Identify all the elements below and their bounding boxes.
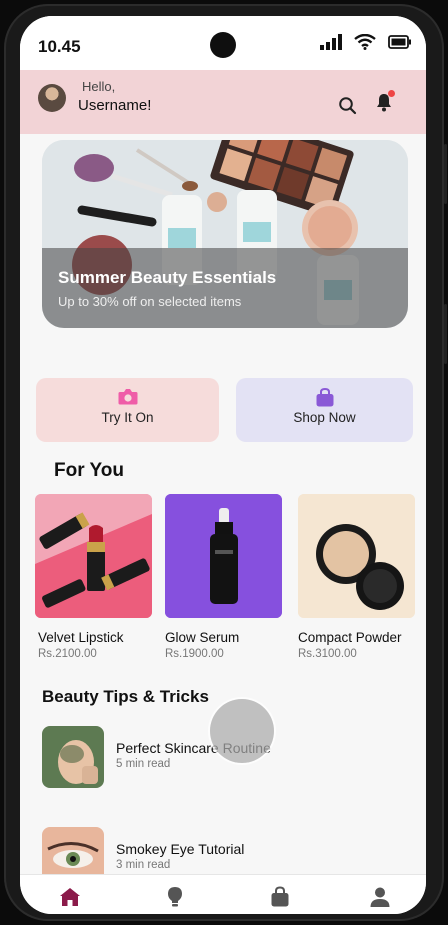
shop-now-label: Shop Now <box>293 410 356 425</box>
lipstick-image <box>35 494 152 618</box>
product-price: Rs.3100.00 <box>298 648 357 660</box>
lightbulb-icon <box>168 887 182 907</box>
tip-read-time: 3 min read <box>116 859 171 871</box>
front-camera <box>210 32 236 58</box>
battery-icon <box>388 35 411 49</box>
tip-title[interactable]: Smokey Eye Tutorial <box>116 841 244 857</box>
product-name: Compact Powder <box>298 630 402 645</box>
product-name: Velvet Lipstick <box>38 630 124 645</box>
status-time: 10.45 <box>38 37 81 56</box>
product-card-serum[interactable] <box>165 494 282 618</box>
banner-overlay <box>42 248 408 328</box>
try-it-on-label: Try It On <box>101 410 154 425</box>
search-icon[interactable] <box>338 96 358 116</box>
for-you-title: For You <box>54 460 125 481</box>
app-screen: 10.45 Hello, Username! Summer Beauty Ess… <box>20 16 426 914</box>
tip-thumbnail-skincare[interactable] <box>42 726 104 788</box>
beauty-tips-title: Beauty Tips & Tricks <box>42 687 209 706</box>
wifi-icon <box>354 34 376 50</box>
volume-button <box>444 304 447 364</box>
bottom-navigation <box>20 874 426 914</box>
user-icon <box>370 887 390 907</box>
nav-home[interactable] <box>58 885 82 909</box>
greeting-text: Hello, <box>82 79 116 94</box>
camera-icon <box>118 389 137 405</box>
serum-image <box>165 494 282 618</box>
compact-powder-image <box>298 494 415 618</box>
touch-indicator <box>210 699 274 763</box>
product-card-lipstick[interactable] <box>35 494 152 618</box>
product-price: Rs.1900.00 <box>165 648 224 660</box>
avatar[interactable] <box>38 84 66 112</box>
banner-title: Summer Beauty Essentials <box>58 268 277 287</box>
app-header: Hello, Username! <box>20 70 426 134</box>
nav-tips[interactable] <box>163 885 187 909</box>
shopping-bag-icon <box>271 886 289 907</box>
try-it-on-button[interactable]: Try It On <box>36 378 219 442</box>
shopping-bag-icon <box>316 388 333 407</box>
shop-now-button[interactable]: Shop Now <box>236 378 413 442</box>
product-price: Rs.2100.00 <box>38 648 97 660</box>
product-card-compact[interactable] <box>298 494 415 618</box>
signal-icon <box>320 34 342 50</box>
nav-shop[interactable] <box>268 885 292 909</box>
promo-banner[interactable]: Summer Beauty Essentials Up to 30% off o… <box>42 140 408 328</box>
status-icons <box>320 34 412 50</box>
phone-frame: 10.45 Hello, Username! Summer Beauty Ess… <box>4 4 447 921</box>
notifications-button[interactable] <box>375 90 395 112</box>
product-name: Glow Serum <box>165 630 240 645</box>
nav-profile[interactable] <box>368 885 392 909</box>
status-bar: 10.45 <box>20 16 426 70</box>
banner-subtitle: Up to 30% off on selected items <box>58 294 242 309</box>
username-text: Username! <box>78 97 152 114</box>
tip-read-time: 5 min read <box>116 758 171 770</box>
home-icon <box>60 888 80 906</box>
skincare-image <box>42 726 104 788</box>
notification-badge <box>388 90 395 97</box>
power-button <box>444 144 447 204</box>
